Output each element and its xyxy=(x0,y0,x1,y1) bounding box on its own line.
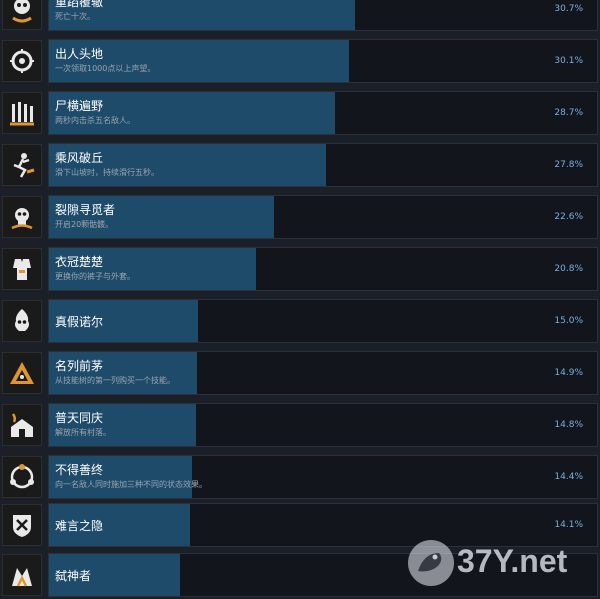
achievement-description: 更换你的裤子与外套。 xyxy=(55,272,135,281)
achievement-title: 真假诺尔 xyxy=(55,315,104,329)
site-watermark: 37Y.net xyxy=(405,535,595,591)
achievement-bar: 乘风破丘 滑下山坡时，持续滑行五秒。 27.8% xyxy=(48,143,598,187)
skull-icon xyxy=(11,208,33,230)
achievement-icon-frame xyxy=(2,92,42,134)
target-icon xyxy=(10,49,34,73)
achievement-description: 两秒内击杀五名敌人。 xyxy=(55,116,135,125)
achievement-row[interactable]: 不得善终 向一名敌人同时施加三种不同的状态效果。 14.4% xyxy=(0,455,600,501)
reaper-icon xyxy=(12,0,32,23)
achievement-icon-frame xyxy=(2,144,42,186)
achievement-bar: 尸横遍野 两秒内击杀五名敌人。 28.7% xyxy=(48,91,598,135)
achievement-title: 不得善终 xyxy=(55,463,104,477)
achievement-description: 开启20颗骷髅。 xyxy=(55,220,114,229)
achievement-percent: 14.9% xyxy=(554,368,583,378)
achievement-percent: 14.8% xyxy=(554,420,583,430)
achievement-percent: 20.8% xyxy=(554,264,583,274)
achievement-title: 乘风破丘 xyxy=(55,151,104,165)
achievement-bar: 真假诺尔 15.0% xyxy=(48,299,598,343)
achievement-description: 滑下山坡时，持续滑行五秒。 xyxy=(55,168,159,177)
shield-icon xyxy=(13,515,31,537)
achievement-bar: 重蹈覆辙 死亡十次。 30.7% xyxy=(48,0,598,31)
achievement-row[interactable]: 名列前茅 从技能树的第一列购买一个技能。 14.9% xyxy=(0,351,600,397)
watermark-text: 37Y.net xyxy=(457,543,568,579)
achievement-description: 一次领取1000点以上声望。 xyxy=(55,64,156,73)
achievement-icon-frame xyxy=(2,300,42,342)
slide-icon xyxy=(13,153,35,178)
achievement-title: 普天同庆 xyxy=(55,411,104,425)
achievement-bar: 名列前茅 从技能树的第一列购买一个技能。 14.9% xyxy=(48,351,598,395)
achievement-row[interactable]: 普天同庆 解放所有村落。 14.8% xyxy=(0,403,600,449)
achievement-row[interactable]: 尸横遍野 两秒内击杀五名敌人。 28.7% xyxy=(0,91,600,137)
achievement-row[interactable]: 乘风破丘 滑下山坡时，持续滑行五秒。 27.8% xyxy=(0,143,600,189)
godslayer-icon xyxy=(12,568,32,587)
achievement-percent: 27.8% xyxy=(554,160,583,170)
ring-icon xyxy=(10,464,34,489)
achievement-description: 死亡十次。 xyxy=(55,12,95,21)
achievement-title: 裂隙寻觅者 xyxy=(55,203,116,217)
achievement-percent: 14.4% xyxy=(554,472,583,482)
achievement-list: 重蹈覆辙 死亡十次。 30.7% 出人头地 一次领取1000点以上声望。 30.… xyxy=(0,0,600,597)
pyramid-icon xyxy=(10,362,34,384)
achievement-icon-frame xyxy=(2,196,42,238)
achievement-percent: 22.6% xyxy=(554,212,583,222)
achievement-icon-frame xyxy=(2,456,42,498)
achievement-title: 尸横遍野 xyxy=(55,99,104,113)
achievement-icon-frame xyxy=(2,504,42,546)
achievement-title: 衣冠楚楚 xyxy=(55,255,104,269)
outfit-icon xyxy=(13,259,31,280)
achievement-icon-frame xyxy=(2,0,42,30)
achievement-percent: 28.7% xyxy=(554,108,583,118)
achievement-bar: 不得善终 向一名敌人同时施加三种不同的状态效果。 14.4% xyxy=(48,455,598,499)
achievement-bar: 出人头地 一次领取1000点以上声望。 30.1% xyxy=(48,39,598,83)
achievement-title: 名列前茅 xyxy=(55,359,104,373)
achievement-row[interactable]: 裂隙寻觅者 开启20颗骷髅。 22.6% xyxy=(0,195,600,241)
achievement-title: 弑神者 xyxy=(55,569,92,583)
achievement-bar: 衣冠楚楚 更换你的裤子与外套。 20.8% xyxy=(48,247,598,291)
achievement-title: 难言之隐 xyxy=(55,519,104,533)
flame-skull-icon xyxy=(15,309,29,331)
achievement-row[interactable]: 重蹈覆辙 死亡十次。 30.7% xyxy=(0,0,600,33)
achievement-row[interactable]: 真假诺尔 15.0% xyxy=(0,299,600,345)
achievement-description: 向一名敌人同时施加三种不同的状态效果。 xyxy=(55,480,207,489)
achievement-title: 重蹈覆辙 xyxy=(55,0,104,9)
achievement-description: 从技能树的第一列购买一个技能。 xyxy=(55,376,175,385)
achievement-title: 出人头地 xyxy=(55,47,104,61)
achievement-icon-frame xyxy=(2,554,42,596)
achievement-description: 解放所有村落。 xyxy=(55,428,111,437)
watermark-logo-icon xyxy=(408,540,454,586)
corpses-icon xyxy=(10,102,34,126)
achievement-bar: 普天同庆 解放所有村落。 14.8% xyxy=(48,403,598,447)
achievement-percent: 30.7% xyxy=(554,4,583,14)
achievement-icon-frame xyxy=(2,404,42,446)
achievement-percent: 30.1% xyxy=(554,56,583,66)
achievement-percent: 14.1% xyxy=(554,520,583,530)
achievement-icon-frame xyxy=(2,352,42,394)
achievement-icon-frame xyxy=(2,40,42,82)
achievement-row[interactable]: 衣冠楚楚 更换你的裤子与外套。 20.8% xyxy=(0,247,600,293)
achievement-row[interactable]: 出人头地 一次领取1000点以上声望。 30.1% xyxy=(0,39,600,85)
achievement-icon-frame xyxy=(2,248,42,290)
achievement-percent: 15.0% xyxy=(554,316,583,326)
achievement-bar: 裂隙寻觅者 开启20颗骷髅。 22.6% xyxy=(48,195,598,239)
village-icon xyxy=(11,413,33,437)
